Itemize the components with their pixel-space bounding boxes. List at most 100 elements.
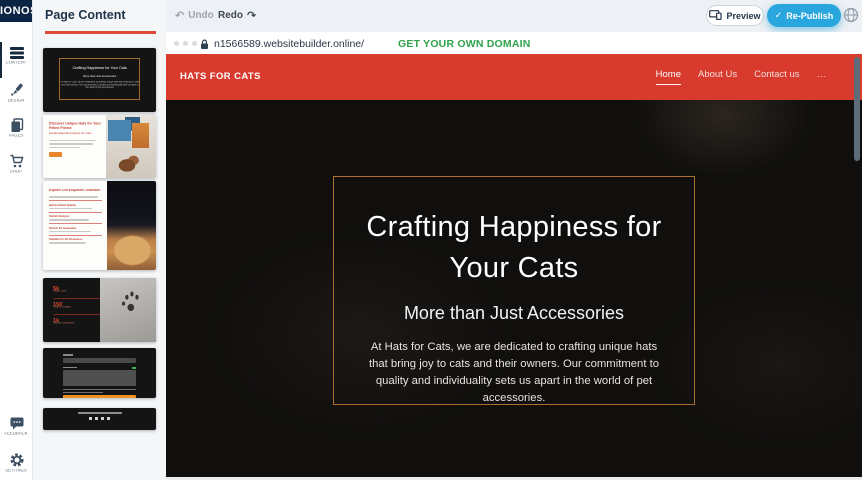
browser-dot <box>192 41 197 46</box>
sidebar-item-label: SETTINGS <box>0 469 33 473</box>
thumbnail-stats-text: 5k Happy Cats 150 Unique Designs 1k Repe… <box>43 278 100 328</box>
nav-item-about[interactable]: About Us <box>698 69 737 80</box>
thumbnail-paw-print-photo <box>100 278 157 342</box>
redo-button[interactable]: Redo ↷ <box>218 9 256 22</box>
divider <box>49 223 102 224</box>
hero-subtitle[interactable]: More than Just Accessories <box>334 303 694 324</box>
divider <box>49 212 102 213</box>
preview-scrollbar-thumb[interactable] <box>854 57 860 161</box>
text-line <box>49 242 86 244</box>
browser-bar: n1566589.websitebuilder.online/ GET YOUR… <box>166 32 862 54</box>
collection-item-label: Hand-Crafted Quality <box>49 204 102 207</box>
thumbnail-discover-heading: Discover Unique Hats for Your Feline Fri… <box>49 122 101 131</box>
social-icon <box>107 417 111 421</box>
form-input-field <box>63 358 136 363</box>
thumbnail-discover-section[interactable]: Discover Unique Hats for Your Feline Fri… <box>43 115 156 178</box>
thumbnail-hero-section[interactable]: Crafting Happiness for Your Cats More th… <box>43 48 156 112</box>
thumbnail-cat-poster-photo <box>106 115 156 178</box>
republish-button[interactable]: ✓ Re-Publish <box>767 4 841 27</box>
stat-label: Unique Designs <box>53 306 99 309</box>
redo-label: Redo <box>218 10 243 21</box>
sidebar-item-feedback[interactable]: FEEDBACK <box>0 416 33 438</box>
thumbnail-tabby-cat-photo <box>107 181 156 270</box>
republish-label: Re-Publish <box>786 11 833 21</box>
lock-icon <box>200 37 209 55</box>
thumbnail-collection-heading: Explore Our Exquisite Collection <box>49 189 102 193</box>
stat-label: Repeat Customers <box>53 322 99 325</box>
nav-item-contact[interactable]: Contact us <box>754 69 799 80</box>
text-line <box>49 196 98 198</box>
hero-body-text[interactable]: At Hats for Cats, we are dedicated to cr… <box>361 339 667 407</box>
collection-item-label: Suitable for All Occasions <box>49 238 102 241</box>
site-brand[interactable]: HATS FOR CATS <box>180 71 261 82</box>
devices-icon <box>709 10 722 22</box>
text-line <box>49 219 89 221</box>
check-icon: ✓ <box>775 11 783 21</box>
sidebar-item-settings[interactable]: SETTINGS <box>0 452 33 475</box>
preview-label: Preview <box>726 11 760 21</box>
content-icon <box>0 46 33 60</box>
social-icon <box>101 417 105 421</box>
hero-section: Crafting Happiness for Your Cats More th… <box>166 100 862 477</box>
app-root: IONOS CONTENT DESIGN <box>0 0 862 480</box>
sidebar-item-design[interactable]: DESIGN <box>0 82 33 105</box>
sidebar-item-shop[interactable]: SHOP <box>0 154 33 176</box>
thumbnail-discover-subheading: Handcrafted Exclusivity for Cats <box>49 132 101 135</box>
undo-label: Undo <box>188 10 214 21</box>
thumbnail-footer-section[interactable] <box>43 408 156 430</box>
sidebar-item-pages[interactable]: PAGES <box>0 118 33 140</box>
caption-line <box>63 389 136 390</box>
language-globe-button[interactable] <box>842 6 860 24</box>
form-label-line <box>63 367 77 369</box>
form-label-line <box>63 354 73 356</box>
site-nav: Home About Us Contact us … <box>656 69 826 85</box>
thumbnail-cta-button <box>49 152 62 157</box>
site-url: n1566589.websitebuilder.online/ <box>214 38 364 50</box>
caption-line <box>63 392 103 393</box>
pages-icon <box>0 118 33 133</box>
thumbnail-hero-subtitle: More than Just Accessories <box>60 75 139 78</box>
char-counter <box>132 367 136 369</box>
thumbnail-discover-text: Discover Unique Hats for Your Feline Fri… <box>43 115 106 178</box>
globe-icon <box>843 7 859 23</box>
thumbnail-stats-section[interactable]: 5k Happy Cats 150 Unique Designs 1k Repe… <box>43 278 156 342</box>
design-brush-icon <box>0 82 33 98</box>
collection-item-label: Perfect Fit Guarantee <box>49 227 102 230</box>
thumbnail-contact-form-section[interactable] <box>43 348 156 398</box>
site-preview: n1566589.websitebuilder.online/ GET YOUR… <box>166 32 862 480</box>
hero-frame: Crafting Happiness for Your Cats More th… <box>333 176 695 405</box>
text-line <box>49 143 93 145</box>
social-icon <box>95 417 99 421</box>
get-domain-link[interactable]: GET YOUR OWN DOMAIN <box>398 38 531 50</box>
thumbnail-form <box>63 354 136 398</box>
form-textarea <box>63 370 136 386</box>
sidebar-item-label: FEEDBACK <box>0 432 33 436</box>
panel-title: Page Content <box>45 8 126 22</box>
text-line <box>49 208 92 210</box>
browser-dot <box>174 41 179 46</box>
preview-button[interactable]: Preview <box>706 5 764 26</box>
divider <box>49 235 102 236</box>
sidebar-item-label: CONTENT <box>0 61 33 65</box>
form-submit-button <box>63 395 136 398</box>
sidebar-item-label: PAGES <box>0 134 33 138</box>
thumbnail-footer <box>43 408 156 420</box>
sidebar-item-content[interactable]: CONTENT <box>0 46 33 67</box>
gear-icon <box>0 452 33 468</box>
footer-text-line <box>78 412 122 414</box>
hero-title[interactable]: Crafting Happiness for Your Cats <box>352 207 676 288</box>
nav-more-ellipsis[interactable]: … <box>817 69 827 80</box>
thumbnail-collection-text: Explore Our Exquisite Collection Hand-Cr… <box>43 181 107 270</box>
sidebar-item-label: DESIGN <box>0 99 33 103</box>
stat-label: Happy Cats <box>53 290 99 293</box>
browser-dot <box>183 41 188 46</box>
shopping-cart-icon <box>0 154 33 169</box>
thumbnail-collection-section[interactable]: Explore Our Exquisite Collection Hand-Cr… <box>43 181 156 270</box>
undo-icon: ↶ <box>175 9 184 22</box>
nav-item-home[interactable]: Home <box>656 69 681 85</box>
page-content-panel: Page Content Crafting Happiness for Your… <box>33 0 166 480</box>
undo-button[interactable]: ↶ Undo <box>175 9 214 22</box>
site-header: HATS FOR CATS Home About Us Contact us … <box>166 54 862 100</box>
thumbnail-hero-body: At Hats for Cats, we are dedicated to cr… <box>60 81 139 90</box>
panel-title-underline <box>45 31 156 34</box>
